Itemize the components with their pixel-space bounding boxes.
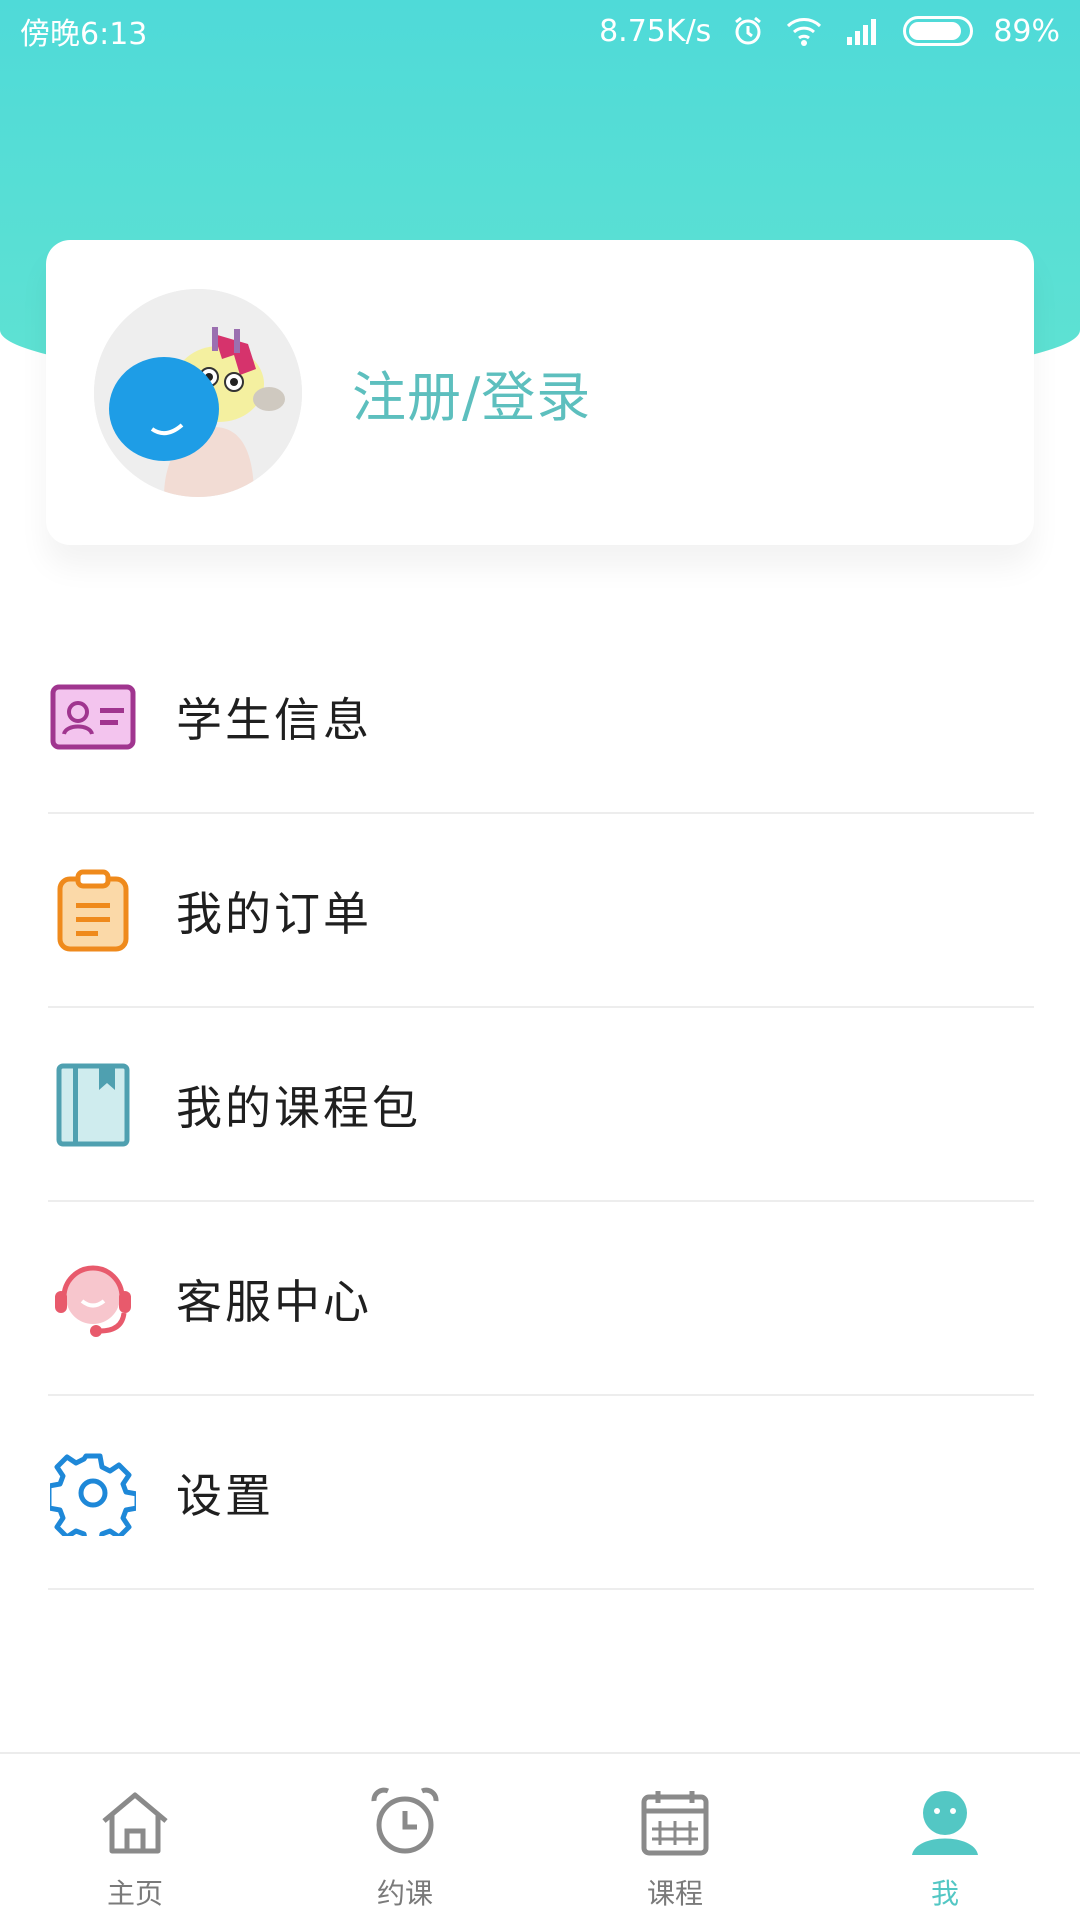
menu-label: 学生信息 xyxy=(176,693,372,747)
gear-icon xyxy=(48,1448,138,1538)
status-right-group: 8.75K/s 89% xyxy=(599,14,1060,49)
tab-me[interactable]: 我 xyxy=(810,1754,1080,1920)
menu-item-my-orders[interactable]: 我的订单 xyxy=(48,814,1034,1008)
clipboard-order-icon xyxy=(48,866,138,956)
user-icon xyxy=(905,1782,985,1862)
status-bar: 傍晚6:13 8.75K/s 89% xyxy=(0,0,1080,62)
status-time: 傍晚6:13 xyxy=(20,17,148,52)
tab-label: 课程 xyxy=(646,1877,703,1910)
signal-icon xyxy=(843,15,883,47)
tab-home[interactable]: 主页 xyxy=(0,1754,270,1920)
bottom-tab-bar: 主页 约课 课程 我 xyxy=(0,1752,1080,1920)
tab-label: 约课 xyxy=(376,1877,433,1910)
calendar-icon xyxy=(635,1782,715,1862)
menu-item-student-info[interactable]: 学生信息 xyxy=(48,620,1034,814)
tab-label: 我 xyxy=(930,1877,959,1910)
battery-percentage: 89% xyxy=(993,13,1060,49)
menu-item-course-package[interactable]: 我的课程包 xyxy=(48,1008,1034,1202)
tab-booking[interactable]: 约课 xyxy=(270,1754,540,1920)
profile-card[interactable]: 注册/登录 xyxy=(46,240,1034,545)
avatar[interactable] xyxy=(94,288,302,497)
tab-label: 主页 xyxy=(106,1877,163,1910)
mascot-avatar-icon xyxy=(94,288,302,497)
customer-service-headset-icon xyxy=(48,1254,138,1344)
network-speed: 8.75K/s xyxy=(599,13,712,49)
menu-label: 设置 xyxy=(176,1469,274,1523)
menu-list: 学生信息 我的订单 我的课程包 客服中心 设置 xyxy=(0,620,1080,1590)
battery-fill xyxy=(909,22,961,40)
tab-courses[interactable]: 课程 xyxy=(540,1754,810,1920)
student-id-card-icon xyxy=(48,672,138,762)
menu-label: 客服中心 xyxy=(176,1275,372,1329)
login-register-link[interactable]: 注册/登录 xyxy=(352,353,591,432)
menu-label: 我的订单 xyxy=(176,887,372,941)
wifi-icon xyxy=(785,15,823,47)
course-book-icon xyxy=(48,1060,138,1150)
menu-item-customer-service[interactable]: 客服中心 xyxy=(48,1202,1034,1396)
home-icon xyxy=(95,1782,175,1862)
alarm-icon xyxy=(731,14,765,48)
alarm-clock-icon xyxy=(365,1782,445,1862)
menu-label: 我的课程包 xyxy=(176,1081,421,1135)
battery-icon xyxy=(903,16,974,46)
menu-item-settings[interactable]: 设置 xyxy=(48,1396,1034,1590)
